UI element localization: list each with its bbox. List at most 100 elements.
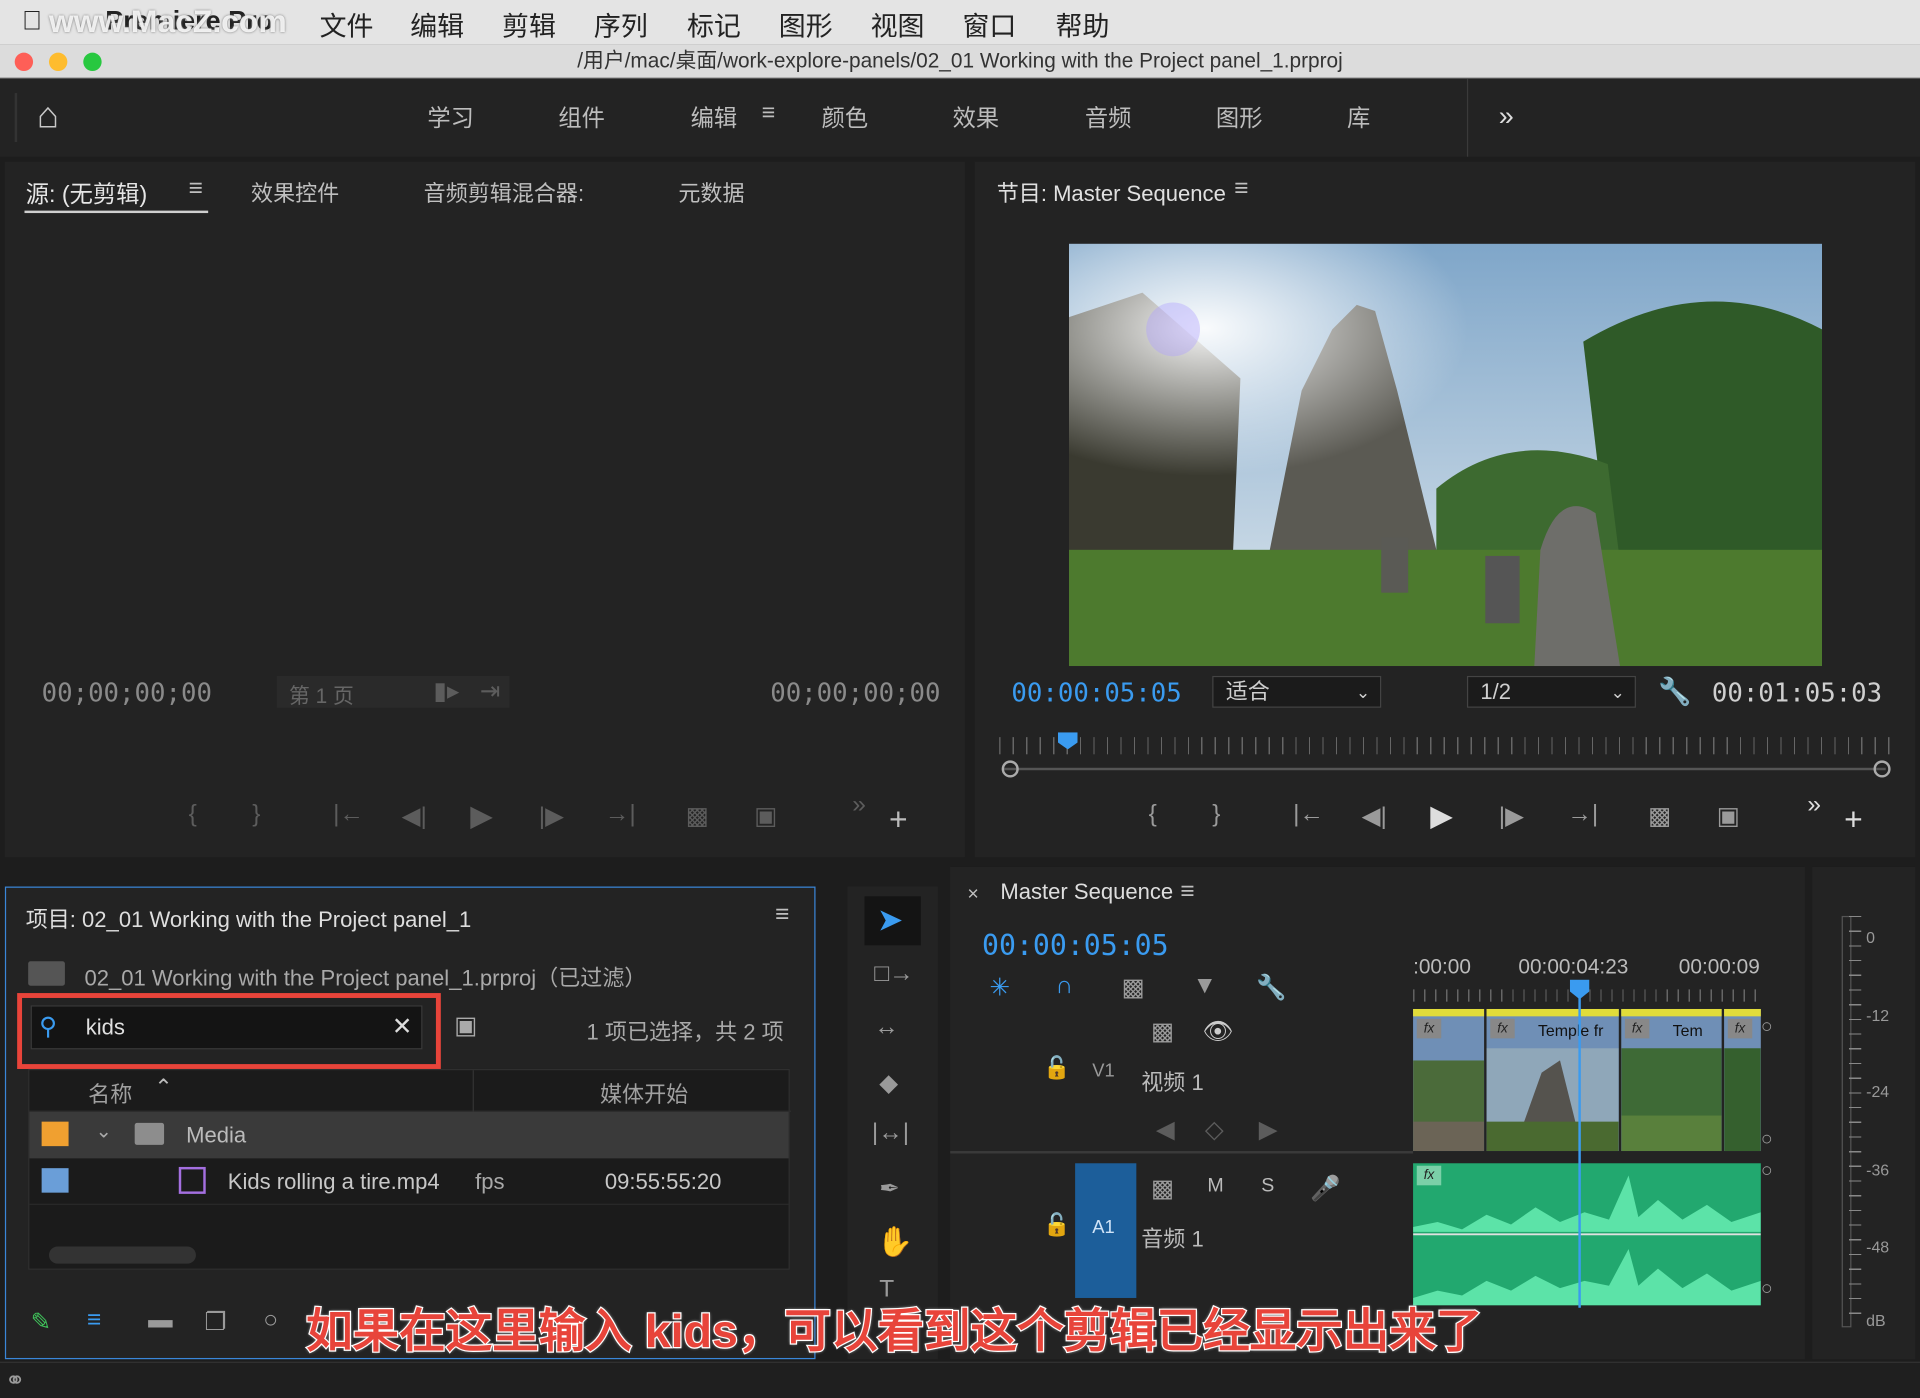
label-color-swatch[interactable] <box>41 1168 69 1193</box>
timeline-menu-icon[interactable]: ≡ <box>1180 878 1194 906</box>
track-scroll-handle[interactable]: ○ <box>1761 1129 1773 1151</box>
step-back-icon[interactable]: ◀| <box>402 801 427 832</box>
menu-file[interactable]: 文件 <box>320 5 374 44</box>
tab-source[interactable]: 源: (无剪辑) <box>26 176 147 209</box>
lock-icon[interactable]: 🔓 <box>1043 1212 1070 1238</box>
track-scroll-handle[interactable]: ○ <box>1761 1161 1773 1183</box>
mark-in-icon[interactable]: { <box>1149 801 1157 829</box>
chevron-down-icon[interactable]: ⌄ <box>96 1119 112 1143</box>
insert-clip-icon[interactable]: ▩ <box>686 801 709 832</box>
zoom-slider-handle[interactable]: ○ <box>263 1307 278 1335</box>
extract-icon[interactable]: ▣ <box>1717 801 1740 832</box>
column-media-start[interactable]: 媒体开始 <box>600 1078 688 1110</box>
source-timecode-current[interactable]: 00;00;00;00 <box>42 678 212 707</box>
menu-edit[interactable]: 编辑 <box>410 5 464 44</box>
go-to-out-icon[interactable]: →| <box>605 801 636 829</box>
list-view-icon[interactable]: ≡ <box>87 1307 101 1335</box>
workspace-tab-editing[interactable]: 编辑 <box>691 100 738 133</box>
step-forward-icon[interactable]: |▶ <box>539 801 564 832</box>
overwrite-clip-icon[interactable]: ▣ <box>754 801 777 832</box>
program-time-ruler[interactable] <box>999 737 1894 755</box>
mark-out-icon[interactable]: } <box>252 801 260 829</box>
clear-search-icon[interactable]: ✕ <box>392 1011 413 1042</box>
pencil-icon[interactable]: ✎ <box>31 1307 52 1338</box>
video-clip-3[interactable]: fx Tem <box>1621 1008 1722 1152</box>
nest-sequence-icon[interactable]: ✳ <box>989 972 1010 1003</box>
track-id-a1[interactable]: A1 <box>1092 1217 1114 1238</box>
home-icon[interactable]: ⌂ <box>37 96 59 138</box>
timeline-title[interactable]: Master Sequence <box>1000 879 1173 905</box>
add-button-icon[interactable]: + <box>1844 801 1863 839</box>
add-button-icon[interactable]: + <box>889 801 908 839</box>
track-scroll-handle[interactable]: ○ <box>1761 1278 1773 1300</box>
menu-sequence[interactable]: 序列 <box>594 5 648 44</box>
label-color-swatch[interactable] <box>41 1121 69 1147</box>
find-icon[interactable]: ▣ <box>454 1010 477 1041</box>
audio-clip[interactable]: fx <box>1413 1163 1761 1306</box>
mark-out-icon[interactable]: } <box>1212 801 1220 829</box>
play-icon[interactable]: ▶ <box>470 798 493 834</box>
track-scroll-handle[interactable]: ○ <box>1761 1016 1773 1038</box>
timeline-timecode[interactable]: 00:00:05:05 <box>982 931 1169 963</box>
sync-lock-icon[interactable]: ▩ <box>1151 1016 1174 1047</box>
program-timecode-current[interactable]: 00:00:05:05 <box>1011 678 1181 707</box>
play-icon[interactable]: ▶ <box>1430 798 1453 834</box>
menu-clip[interactable]: 剪辑 <box>502 5 556 44</box>
slip-tool-icon[interactable]: |↔| <box>872 1119 909 1147</box>
source-page-field[interactable]: 第 1 页 <box>276 675 510 708</box>
menu-view[interactable]: 视图 <box>871 5 925 44</box>
close-window-button[interactable] <box>14 52 34 72</box>
creative-cloud-icon[interactable]: ⚭ <box>5 1365 26 1396</box>
project-panel-menu-icon[interactable]: ≡ <box>775 901 789 929</box>
wrench-icon[interactable]: 🔧 <box>1658 676 1692 708</box>
go-to-in-icon[interactable]: |← <box>333 801 364 829</box>
scrollbar-handle-right[interactable] <box>1873 760 1891 778</box>
lock-icon[interactable]: 🔓 <box>1043 1056 1070 1082</box>
list-item-media-folder[interactable]: ⌄ Media <box>29 1111 789 1159</box>
hand-tool-icon[interactable]: ✋ <box>877 1225 914 1261</box>
workspace-tab-libraries[interactable]: 库 <box>1347 100 1370 133</box>
freeform-view-icon[interactable]: ❐ <box>204 1307 226 1338</box>
horizontal-scrollbar[interactable] <box>48 1246 196 1264</box>
tab-audio-clip-mixer[interactable]: 音频剪辑混合器: <box>424 176 584 208</box>
selection-tool-icon[interactable]: ➤ <box>877 901 904 939</box>
timeline-settings-icon[interactable]: 🔧 <box>1256 972 1286 1003</box>
scrollbar-handle-left[interactable] <box>1001 760 1019 778</box>
add-keyframe-icon[interactable]: ◇ <box>1205 1114 1224 1145</box>
razor-tool-icon[interactable]: ◆ <box>879 1068 898 1099</box>
step-back-icon[interactable]: ◀| <box>1362 801 1387 832</box>
go-to-out-icon[interactable]: →| <box>1567 801 1598 829</box>
tab-metadata[interactable]: 元数据 <box>678 176 744 208</box>
pen-tool-icon[interactable]: ✒ <box>879 1173 900 1204</box>
list-item-clip[interactable]: Kids rolling a tire.mp4 fps 09:55:55:20 <box>29 1158 789 1205</box>
playback-resolution-select[interactable]: 1/2 ⌄ <box>1466 675 1636 708</box>
video-clip-2[interactable]: fx Temple fr <box>1486 1008 1619 1152</box>
apple-menu-icon[interactable]:  <box>22 5 42 37</box>
column-name[interactable]: 名称 <box>88 1078 132 1110</box>
tab-effect-controls[interactable]: 效果控件 <box>251 176 339 208</box>
menu-help[interactable]: 帮助 <box>1056 5 1110 44</box>
workspace-tab-assembly[interactable]: 组件 <box>558 100 605 133</box>
search-input[interactable]: ⚲ kids ✕ <box>30 1005 423 1050</box>
lift-icon[interactable]: ▩ <box>1648 801 1671 832</box>
video-clip-1[interactable]: fx <box>1413 1008 1485 1152</box>
menu-graphics[interactable]: 图形 <box>779 5 833 44</box>
add-marker-icon[interactable]: ▼ <box>1193 972 1217 1000</box>
microphone-icon[interactable]: 🎤 <box>1310 1173 1340 1204</box>
workspace-tab-effects[interactable]: 效果 <box>953 100 1000 133</box>
next-keyframe-icon[interactable]: ▶ <box>1259 1114 1278 1145</box>
sort-ascending-icon[interactable]: ⌃ <box>154 1075 172 1101</box>
ripple-edit-tool-icon[interactable]: ↔ <box>874 1014 898 1042</box>
go-to-in-icon[interactable]: |← <box>1293 801 1324 829</box>
snap-icon[interactable]: ∩ <box>1056 972 1074 1000</box>
more-controls-icon[interactable]: » <box>1807 791 1821 819</box>
zoom-level-select[interactable]: 适合 ⌄ <box>1212 675 1382 708</box>
project-panel-title[interactable]: 项目: 02_01 Working with the Project panel… <box>26 902 472 934</box>
mark-in-icon[interactable]: { <box>189 801 197 829</box>
eye-icon[interactable]: 👁 <box>1202 1016 1233 1047</box>
mute-button[interactable]: M <box>1207 1176 1223 1198</box>
prev-keyframe-icon[interactable]: ◀ <box>1156 1114 1175 1145</box>
program-panel-title[interactable]: 节目: Master Sequence <box>997 176 1226 208</box>
program-panel-menu-icon[interactable]: ≡ <box>1234 175 1248 203</box>
workspace-menu-icon[interactable]: ≡ <box>762 100 776 127</box>
